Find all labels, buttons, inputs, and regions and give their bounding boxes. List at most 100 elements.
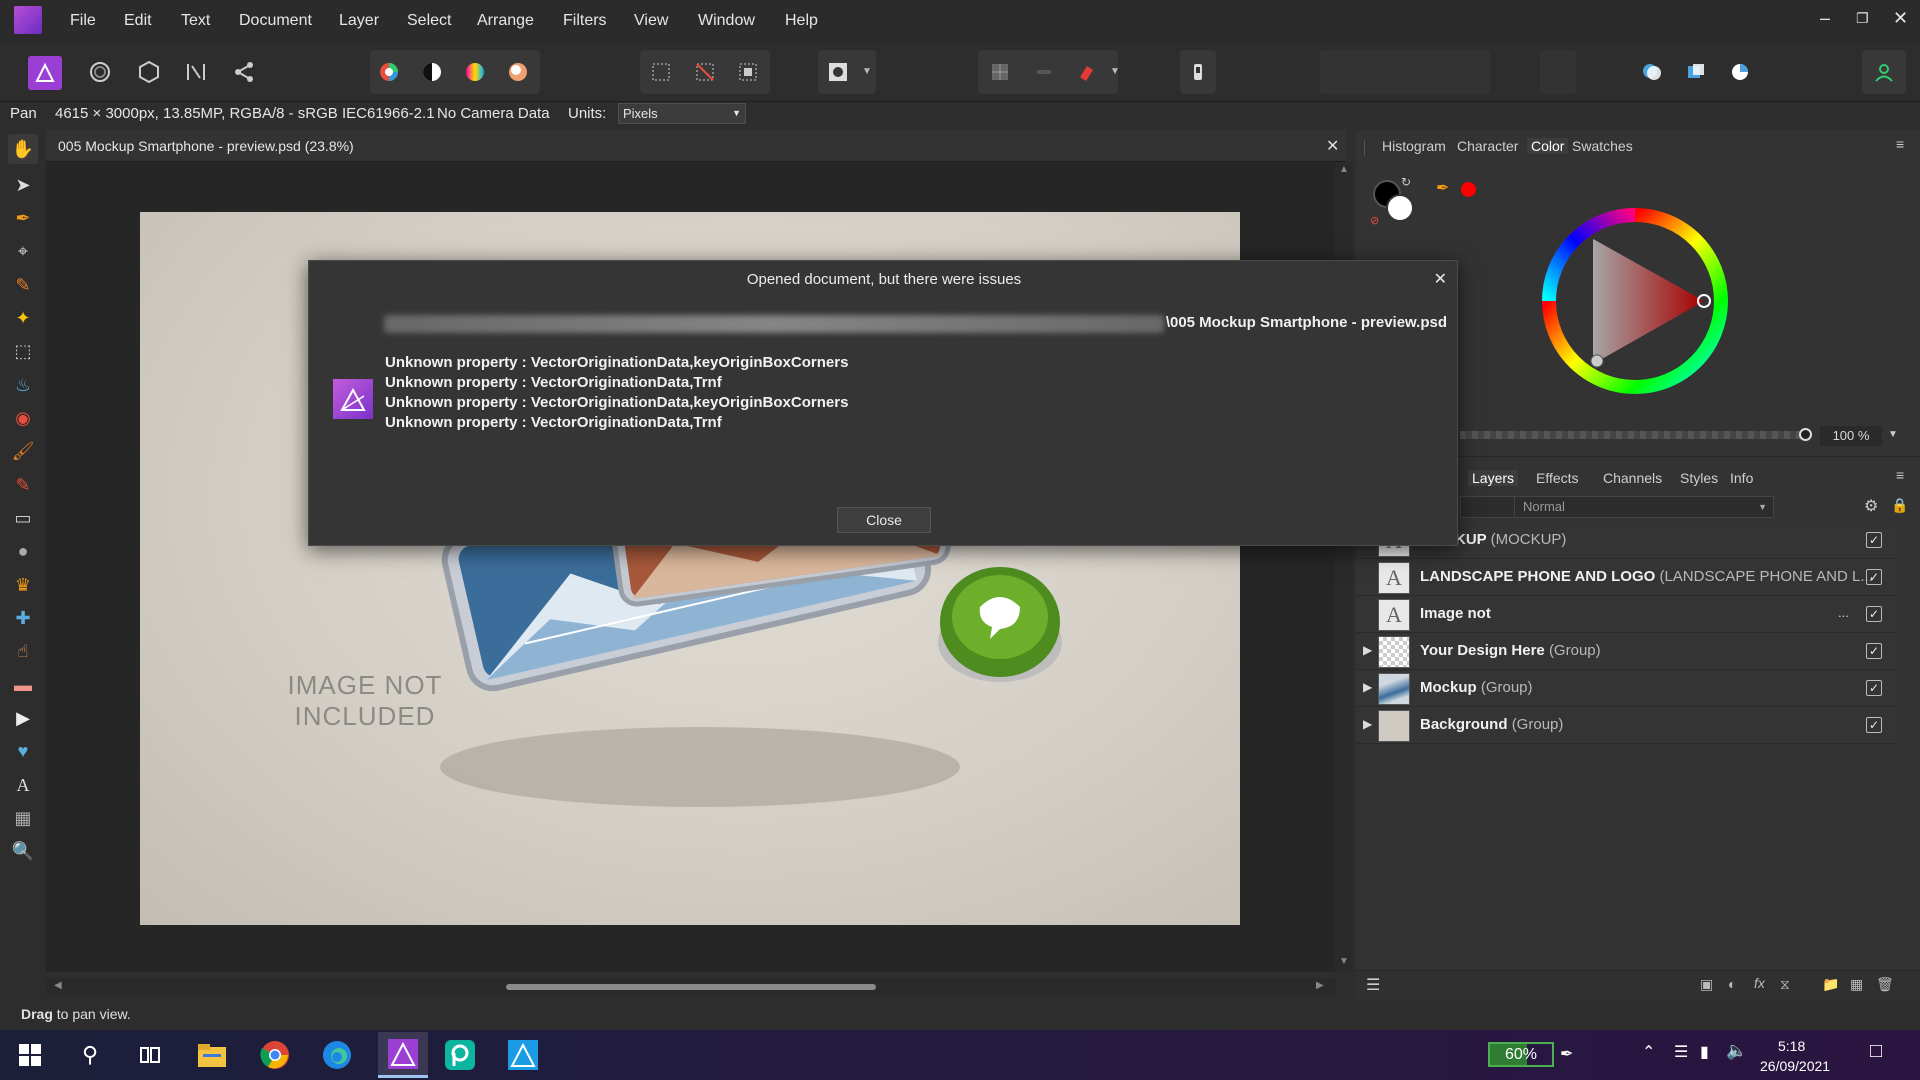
affinity-photo-taskbar-icon[interactable] [378,1032,428,1078]
menu-window[interactable]: Window [698,12,755,30]
crop-tool-icon[interactable]: ⌖ [8,236,38,266]
swap-colors-icon[interactable]: ↻ [1401,175,1411,189]
text-tool-icon[interactable]: A [8,770,38,800]
picsart-icon[interactable] [440,1035,480,1075]
file-explorer-icon[interactable] [192,1035,232,1075]
auto-colors-icon[interactable] [459,56,491,88]
move-tool-icon[interactable]: ➤ [8,170,38,200]
tab-swatches[interactable]: Swatches [1572,138,1633,154]
paint-brush-icon[interactable]: 🖌 [8,436,38,466]
opacity-value[interactable]: 100 % [1820,426,1882,446]
mask-layer-icon[interactable]: ▣ [1700,976,1713,993]
layer-visibility-checkbox[interactable]: ✓ [1866,532,1882,548]
layer-row[interactable]: ▶ Background (Group) ✓ [1356,707,1896,744]
tab-info[interactable]: Info [1730,470,1753,486]
more-options-icon[interactable]: ... [1838,605,1849,620]
opacity-slider-handle[interactable] [1799,428,1812,441]
dialog-close-icon[interactable]: ✕ [1434,269,1447,289]
horizontal-scrollbar[interactable]: ◀ ▶ [46,978,1336,996]
menu-select[interactable]: Select [407,12,451,30]
close-window-icon[interactable]: ✕ [1893,8,1908,29]
menu-arrange[interactable]: Arrange [477,12,534,30]
close-button[interactable]: Close [837,507,931,533]
invert-selection-icon[interactable] [732,56,764,88]
units-select[interactable]: Pixels ▼ [618,103,746,124]
menu-filters[interactable]: Filters [563,12,607,30]
rectangular-marquee-icon[interactable]: ⬚ [8,336,38,366]
scroll-left-icon[interactable]: ◀ [54,980,62,991]
zoom-tool-icon[interactable]: 🔍 [8,836,38,866]
gradient-tool-icon[interactable]: ◉ [8,403,38,433]
delete-layer-icon[interactable]: 🗑 [1876,976,1894,993]
live-filter-icon[interactable]: ⧖ [1780,976,1790,993]
blend-mode-select[interactable]: Normal ▼ [1514,496,1774,518]
chrome-icon[interactable] [255,1035,295,1075]
menu-edit[interactable]: Edit [124,12,152,30]
levels-icon[interactable] [373,56,405,88]
add-group-folder-icon[interactable]: 📁 [1822,976,1839,993]
photo-persona-icon[interactable] [28,56,62,90]
smudge-brush-icon[interactable]: ☝ [8,636,38,666]
force-pixel-alignment-icon[interactable] [1028,56,1060,88]
menu-document[interactable]: Document [239,12,312,30]
minimize-icon[interactable]: – [1820,8,1830,29]
snapping-options-chevron-icon[interactable]: ▼ [1110,66,1120,77]
flood-select-icon[interactable]: ✦ [8,303,38,333]
clone-brush-icon[interactable]: ♛ [8,570,38,600]
menu-layer[interactable]: Layer [339,12,379,30]
view-tool-hand-icon[interactable]: ✋ [8,134,38,164]
expand-arrow-icon[interactable]: ▶ [1363,680,1372,694]
layers-panel-menu-icon[interactable]: ≡ [1896,467,1904,483]
develop-persona-icon[interactable] [133,56,165,88]
auto-contrast-icon[interactable] [416,56,448,88]
tab-effects[interactable]: Effects [1536,470,1579,486]
tab-channels[interactable]: Channels [1603,470,1662,486]
color-replacement-icon[interactable]: ✎ [8,470,38,500]
layer-visibility-checkbox[interactable]: ✓ [1866,606,1882,622]
menu-file[interactable]: File [70,12,96,30]
marquee-select-icon[interactable] [645,56,677,88]
layer-visibility-checkbox[interactable]: ✓ [1866,717,1882,733]
lock-icon[interactable]: 🔒 [1891,497,1908,514]
selection-subtract-icon[interactable] [1680,56,1712,88]
fx-icon[interactable]: fx [1754,975,1765,991]
battery-status-icon[interactable]: ▮ [1700,1042,1709,1062]
picked-color-swatch[interactable] [1461,182,1476,197]
layer-row[interactable]: A Image not ... ✓ [1356,596,1896,633]
quick-mask-icon[interactable] [822,56,854,88]
menu-help[interactable]: Help [785,12,818,30]
tab-layers[interactable]: Layers [1468,470,1519,486]
deselect-icon[interactable] [689,56,721,88]
layer-row[interactable]: A LANDSCAPE PHONE AND LOGO (LANDSCAPE PH… [1356,559,1896,596]
add-pixel-layer-icon[interactable]: ▦ [1850,976,1863,993]
tab-character[interactable]: Character [1457,138,1518,154]
selection-intersect-icon[interactable] [1724,56,1756,88]
dodge-brush-icon[interactable]: ● [8,536,38,566]
restore-icon[interactable]: ❐ [1856,10,1869,27]
secondary-color-swatch[interactable] [1386,194,1414,222]
no-color-icon[interactable]: ⊘ [1370,214,1379,227]
tab-color[interactable]: Color [1527,138,1569,154]
panel-menu-icon[interactable]: ≡ [1896,136,1904,152]
layer-row[interactable]: ▶ Your Design Here (Group) ✓ [1356,633,1896,670]
opacity-slider[interactable] [1460,431,1805,439]
healing-brush-icon[interactable]: ✚ [8,603,38,633]
horizontal-scroll-thumb[interactable] [506,984,876,990]
menu-text[interactable]: Text [181,12,210,30]
task-view-icon[interactable] [130,1035,170,1075]
volume-icon[interactable]: 🔈 [1726,1041,1747,1061]
battery-indicator[interactable]: 60% [1488,1042,1554,1067]
erase-brush-icon[interactable]: ▭ [8,503,38,533]
document-tab[interactable]: 005 Mockup Smartphone - preview.psd (23.… [46,130,1346,162]
color-picker-tool-icon[interactable]: ✒ [8,203,38,233]
shape-heart-icon[interactable]: ♥ [8,736,38,766]
eyedropper-icon[interactable]: ✒ [1436,178,1449,198]
windows-start-icon[interactable] [10,1035,50,1075]
search-icon[interactable]: ⚲ [70,1035,110,1075]
expand-arrow-icon[interactable]: ▶ [1363,717,1372,731]
clock-date[interactable]: 26/09/2021 [1760,1058,1830,1074]
layer-settings-gear-icon[interactable]: ⚙ [1864,496,1878,516]
opacity-chevron-icon[interactable]: ▼ [1888,429,1898,440]
adjustment-layer-icon[interactable]: ◐ [1728,976,1736,992]
blemish-removal-icon[interactable]: ▬ [8,670,38,700]
